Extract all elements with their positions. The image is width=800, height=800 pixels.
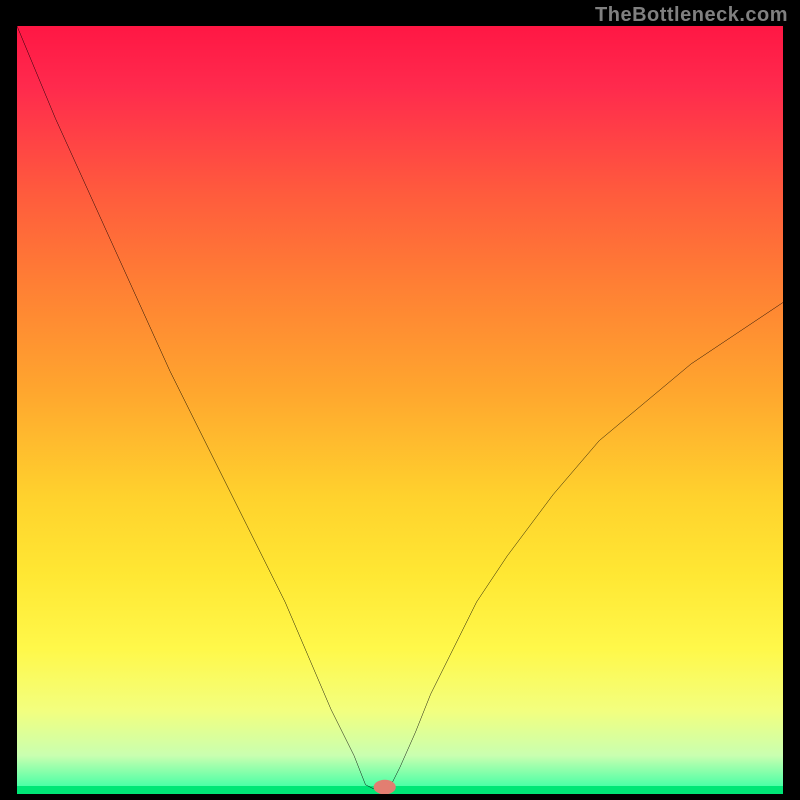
plot-overlay bbox=[17, 26, 783, 794]
curve-line bbox=[17, 26, 783, 789]
marker-point bbox=[374, 780, 395, 794]
plot-area bbox=[17, 26, 783, 794]
attribution-label: TheBottleneck.com bbox=[595, 4, 788, 27]
chart-root: TheBottleneck.com bbox=[0, 0, 800, 800]
